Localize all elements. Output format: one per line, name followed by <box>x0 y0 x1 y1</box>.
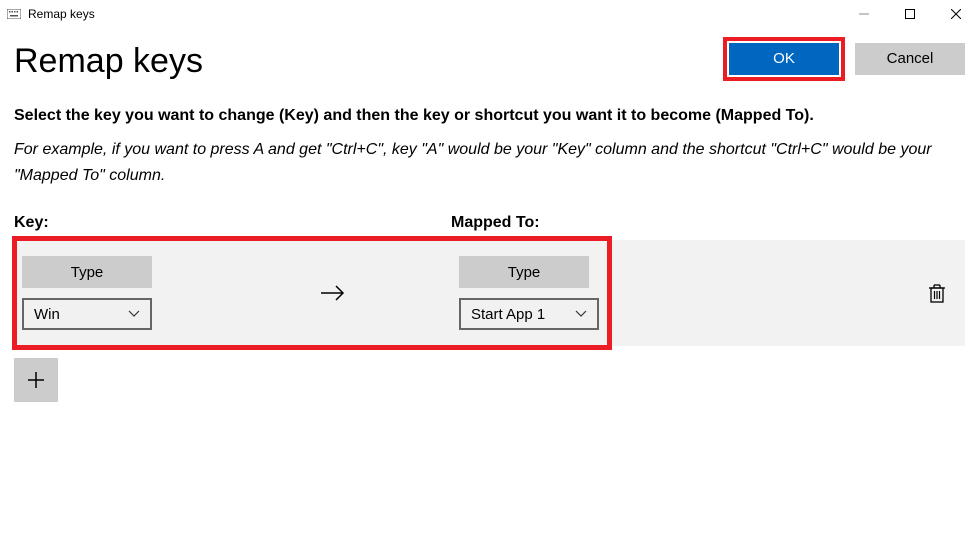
titlebar: Remap keys <box>0 0 979 28</box>
ok-button[interactable]: OK <box>729 43 839 75</box>
app-icon <box>6 6 22 22</box>
chevron-down-icon <box>575 310 587 318</box>
ok-highlight: OK <box>723 37 845 81</box>
key-select-value: Win <box>34 306 60 323</box>
close-button[interactable] <box>933 0 979 28</box>
mapping-row: Type Win Type Start App 1 <box>14 240 965 346</box>
column-header-mapped: Mapped To: <box>451 214 965 232</box>
mapped-select[interactable]: Start App 1 <box>459 298 599 330</box>
minimize-button[interactable] <box>841 0 887 28</box>
maximize-button[interactable] <box>887 0 933 28</box>
cancel-button[interactable]: Cancel <box>855 43 965 75</box>
add-row-button[interactable] <box>14 358 58 402</box>
column-header-key: Key: <box>14 214 451 232</box>
window-title: Remap keys <box>28 7 95 21</box>
example-text: For example, if you want to press A and … <box>14 137 965 188</box>
mapped-type-button[interactable]: Type <box>459 256 589 288</box>
page-title: Remap keys <box>14 42 723 81</box>
mapped-select-value: Start App 1 <box>471 306 545 323</box>
delete-row-button[interactable] <box>927 240 947 346</box>
key-type-button[interactable]: Type <box>22 256 152 288</box>
chevron-down-icon <box>128 310 140 318</box>
key-select[interactable]: Win <box>22 298 152 330</box>
instructions-text: Select the key you want to change (Key) … <box>14 107 965 125</box>
arrow-icon <box>214 283 451 303</box>
